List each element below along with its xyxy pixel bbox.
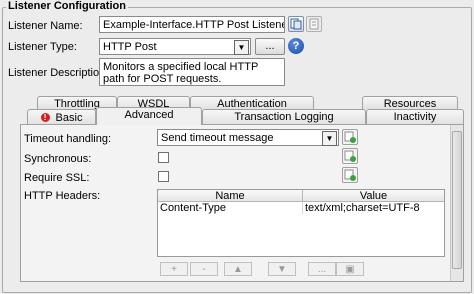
help-icon[interactable]: ? [288,38,304,54]
tab-advanced[interactable]: Advanced [96,107,202,125]
http-headers-table[interactable]: Name Value Content-Type text/xml;charset… [157,189,445,257]
add-row-button[interactable]: + [160,262,188,276]
remove-row-button[interactable]: - [190,262,218,276]
timeout-handling-value: Send timeout message [161,132,274,144]
listener-name-field[interactable]: Example-Interface.HTTP Post Listener [99,16,285,33]
listener-type-value: HTTP Post [103,41,157,53]
require-ssl-label: Require SSL: [24,172,90,184]
listener-description-label: Listener Description: [8,67,109,79]
copy-icon[interactable] [288,16,304,32]
timeout-variable-icon[interactable] [342,129,358,145]
edit-row-button[interactable]: ... [308,262,336,276]
require-ssl-variable-icon[interactable] [342,167,358,183]
timeout-handling-label: Timeout handling: [24,133,112,145]
table-cell-name[interactable]: Content-Type [158,202,303,214]
listener-description-field[interactable]: Monitors a specified local HTTP path for… [99,58,285,86]
column-header-value[interactable]: Value [303,190,444,202]
paste-icon[interactable] [306,16,322,32]
move-down-button[interactable]: ▼ [268,262,296,276]
move-up-button[interactable]: ▲ [224,262,252,276]
dropdown-arrow-icon[interactable]: ▼ [322,131,337,146]
listener-name-label: Listener Name: [8,20,83,32]
tab-authentication[interactable]: Authentication [190,96,314,110]
listener-type-select[interactable]: HTTP Post ▼ [99,38,251,55]
synchronous-variable-icon[interactable] [342,148,358,164]
timeout-handling-select[interactable]: Send timeout message ▼ [157,129,339,146]
listener-type-label: Listener Type: [8,41,77,53]
table-cell-value[interactable]: text/xml;charset=UTF-8 [303,202,444,214]
tab-basic-label: Basic [55,111,83,124]
panel-scrollbar[interactable] [450,125,463,281]
synchronous-checkbox[interactable] [158,152,169,163]
section-title: Listener Configuration [6,0,128,12]
synchronous-label: Synchronous: [24,153,92,165]
error-icon: ! [40,113,50,122]
tab-resources[interactable]: Resources [362,96,458,110]
scrollbar-thumb[interactable] [452,131,462,269]
table-variable-button[interactable]: ▣ [336,262,364,276]
tab-inactivity[interactable]: Inactivity [366,109,464,124]
listener-type-more-button[interactable]: ... [255,38,285,55]
tab-basic[interactable]: ! Basic [27,109,96,124]
require-ssl-checkbox[interactable] [158,171,169,182]
http-headers-label: HTTP Headers: [24,190,101,202]
column-header-name[interactable]: Name [158,190,303,202]
tab-transaction-logging[interactable]: Transaction Logging [202,109,366,124]
dropdown-arrow-icon[interactable]: ▼ [234,40,249,55]
